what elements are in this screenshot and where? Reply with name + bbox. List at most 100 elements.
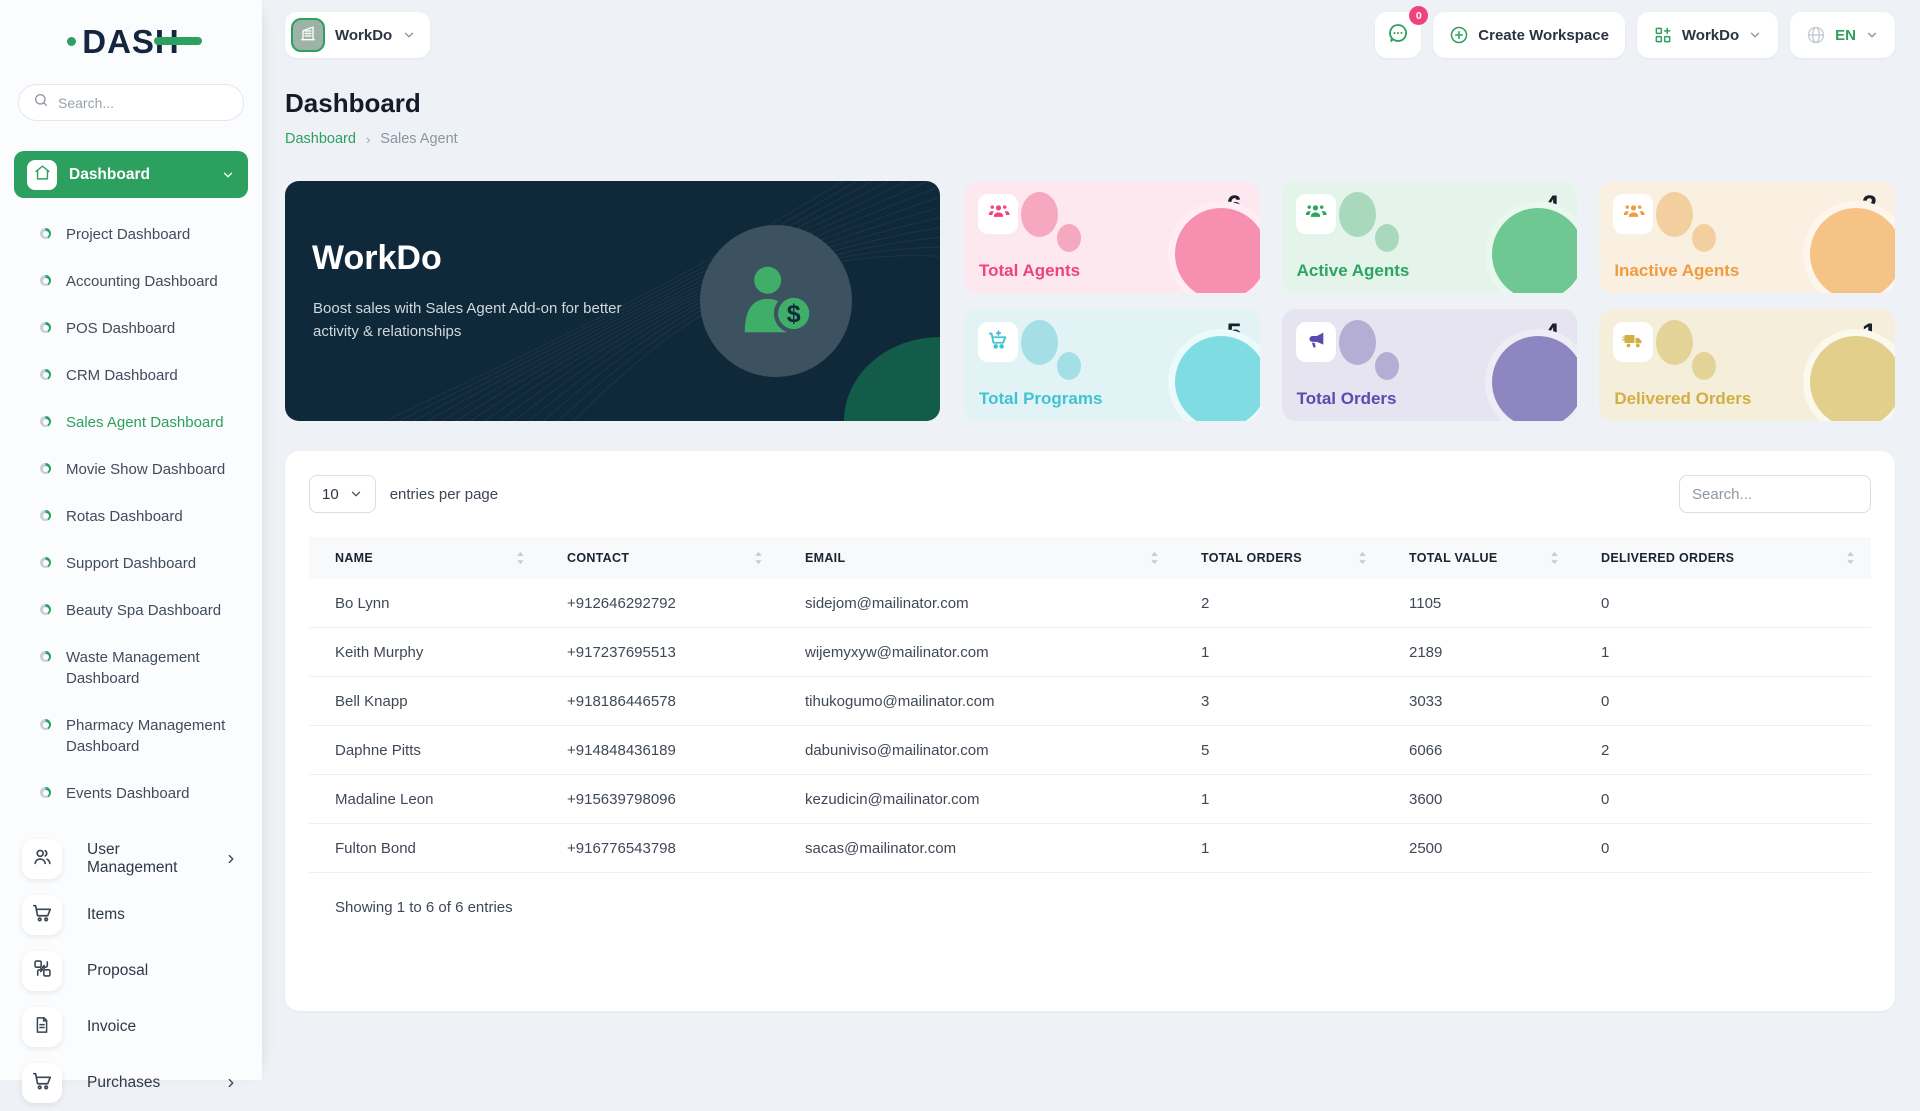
sidebar-item-project-dashboard[interactable]: Project Dashboard <box>0 211 262 258</box>
blob-decor <box>1692 224 1717 252</box>
workspace-name: WorkDo <box>335 26 393 44</box>
sidebar-item-rotas-dashboard[interactable]: Rotas Dashboard <box>0 493 262 540</box>
sidebar-item-label: Invoice <box>87 1018 137 1035</box>
sidebar-item-beauty-spa-dashboard[interactable]: Beauty Spa Dashboard <box>0 587 262 634</box>
invoice-icon <box>32 1015 52 1040</box>
breadcrumb-link-dashboard[interactable]: Dashboard <box>285 131 356 147</box>
banner-title: WorkDo <box>312 239 442 277</box>
cell-total-orders: 1 <box>1175 774 1383 824</box>
sidebar-search[interactable] <box>18 84 244 121</box>
brand-logo-text: DASH <box>67 23 202 60</box>
chevron-right-icon <box>224 1076 238 1090</box>
cell-delivered-orders: 0 <box>1575 579 1871 628</box>
breadcrumb-separator: › <box>365 131 371 147</box>
entries-per-page-label: entries per page <box>389 485 499 503</box>
cell-total-value: 2189 <box>1383 627 1575 677</box>
sidebar-item-label: CRM Dashboard <box>66 367 178 384</box>
sidebar-item-crm-dashboard[interactable]: CRM Dashboard <box>0 352 262 399</box>
circle-bullet-icon <box>40 604 51 615</box>
column-header-label: DELIVERED ORDERS <box>1601 551 1735 565</box>
sidebar-item-label: Project Dashboard <box>66 226 191 243</box>
sidebar-item-user-management[interactable]: User Management <box>14 831 248 887</box>
entries-per-page-select[interactable]: 10 <box>309 475 376 513</box>
blob-decor <box>1692 352 1717 380</box>
users-group-icon <box>987 200 1010 228</box>
sidebar-item-proposal[interactable]: Proposal <box>14 943 248 999</box>
cell-delivered-orders: 1 <box>1575 627 1871 677</box>
stat-card-total-agents: 6 Total Agents <box>964 181 1260 293</box>
quarter-circle-decor <box>1167 329 1260 421</box>
quarter-circle-decor <box>1802 201 1895 293</box>
sidebar-item-items[interactable]: Items <box>14 887 248 943</box>
sidebar-item-pharmacy-management-dashboard[interactable]: Pharmacy Management Dashboard <box>0 702 262 770</box>
notification-badge: 0 <box>1409 6 1429 25</box>
circle-bullet-icon <box>40 369 51 380</box>
brand-logo[interactable]: DASH <box>0 22 262 62</box>
topbar-actions: 0 Create Workspace WorkDo EN <box>1375 6 1895 58</box>
column-header-label: NAME <box>335 551 374 565</box>
cell-total-orders: 3 <box>1175 676 1383 726</box>
sort-icon <box>1550 551 1559 565</box>
column-header-email[interactable]: EMAIL <box>779 537 1175 579</box>
column-header-name[interactable]: NAME <box>309 537 541 579</box>
blob-decor <box>1338 192 1376 237</box>
chevron-down-icon <box>349 487 363 501</box>
messages-button[interactable]: 0 <box>1375 6 1429 58</box>
blob-decor <box>1021 192 1058 237</box>
column-header-total-orders[interactable]: TOTAL ORDERS <box>1175 537 1383 579</box>
cell-total-orders: 1 <box>1175 627 1383 677</box>
workspace-menu-button[interactable]: WorkDo <box>1636 12 1779 58</box>
sidebar-item-events-dashboard[interactable]: Events Dashboard <box>0 770 262 817</box>
chevron-down-icon <box>1865 28 1879 42</box>
sidebar-search-input[interactable] <box>58 94 239 111</box>
circle-bullet-icon <box>40 322 51 333</box>
sidebar-item-purchases[interactable]: Purchases <box>14 1055 248 1111</box>
sidebar-item-invoice[interactable]: Invoice <box>14 999 248 1055</box>
users-group-icon <box>1304 200 1327 228</box>
cell-name: Bo Lynn <box>309 579 541 628</box>
cell-email: dabuniviso@mailinator.com <box>779 725 1175 775</box>
sidebar-item-pos-dashboard[interactable]: POS Dashboard <box>0 305 262 352</box>
cell-delivered-orders: 2 <box>1575 725 1871 775</box>
workspace-switcher[interactable]: WorkDo <box>285 12 431 58</box>
sidebar-item-label: Rotas Dashboard <box>66 508 183 525</box>
circle-bullet-icon <box>40 510 51 521</box>
sort-icon <box>516 551 525 565</box>
table-row: Madaline Leon +915639798096 kezudicin@mail… <box>309 774 1871 824</box>
sort-icon <box>1150 551 1159 565</box>
table-search-input[interactable] <box>1679 475 1871 513</box>
workspace-menu-label: WorkDo <box>1681 26 1740 44</box>
sidebar-item-label: Proposal <box>87 962 149 979</box>
cell-email: wijemyxyw@mailinator.com <box>779 627 1175 677</box>
sidebar-item-waste-management-dashboard[interactable]: Waste Management Dashboard <box>0 634 262 702</box>
search-icon <box>33 92 49 113</box>
quarter-circle-decor <box>1802 329 1895 421</box>
column-header-total-value[interactable]: TOTAL VALUE <box>1383 537 1575 579</box>
sidebar-item-support-dashboard[interactable]: Support Dashboard <box>0 540 262 587</box>
stat-card-total-orders: 4 Total Orders <box>1281 309 1578 421</box>
blob-decor <box>1656 320 1694 365</box>
create-workspace-button[interactable]: Create Workspace <box>1433 12 1625 58</box>
table-row: Daphne Pitts +914848436189 dabuniviso@mail… <box>309 725 1871 775</box>
sort-icon <box>754 551 763 565</box>
column-header-delivered-orders[interactable]: DELIVERED ORDERS <box>1575 537 1871 579</box>
cell-total-value: 6066 <box>1383 725 1575 775</box>
cart-outline-icon <box>31 1070 53 1097</box>
language-selector[interactable]: EN <box>1790 12 1895 58</box>
sidebar-menu: User Management Items Proposal Invoice P… <box>0 831 262 1111</box>
sidebar-item-movie-show-dashboard[interactable]: Movie Show Dashboard <box>0 446 262 493</box>
sidebar-submenu: Project Dashboard Accounting Dashboard P… <box>0 211 262 817</box>
sidebar-item-dashboard[interactable]: Dashboard <box>14 151 248 198</box>
column-header-label: TOTAL VALUE <box>1409 551 1498 565</box>
sidebar-item-label: Movie Show Dashboard <box>66 461 226 478</box>
quarter-circle-decor <box>1167 201 1260 293</box>
sidebar-item-accounting-dashboard[interactable]: Accounting Dashboard <box>0 258 262 305</box>
stat-card-delivered-orders: 1 Delivered Orders <box>1599 309 1895 421</box>
cell-delivered-orders: 0 <box>1575 823 1871 873</box>
cell-total-value: 3600 <box>1383 774 1575 824</box>
chevron-down-icon <box>221 168 235 182</box>
blob-decor <box>1057 224 1081 252</box>
column-header-label: EMAIL <box>805 551 846 565</box>
sidebar-item-sales-agent-dashboard[interactable]: Sales Agent Dashboard <box>0 399 262 446</box>
column-header-contact[interactable]: CONTACT <box>541 537 779 579</box>
